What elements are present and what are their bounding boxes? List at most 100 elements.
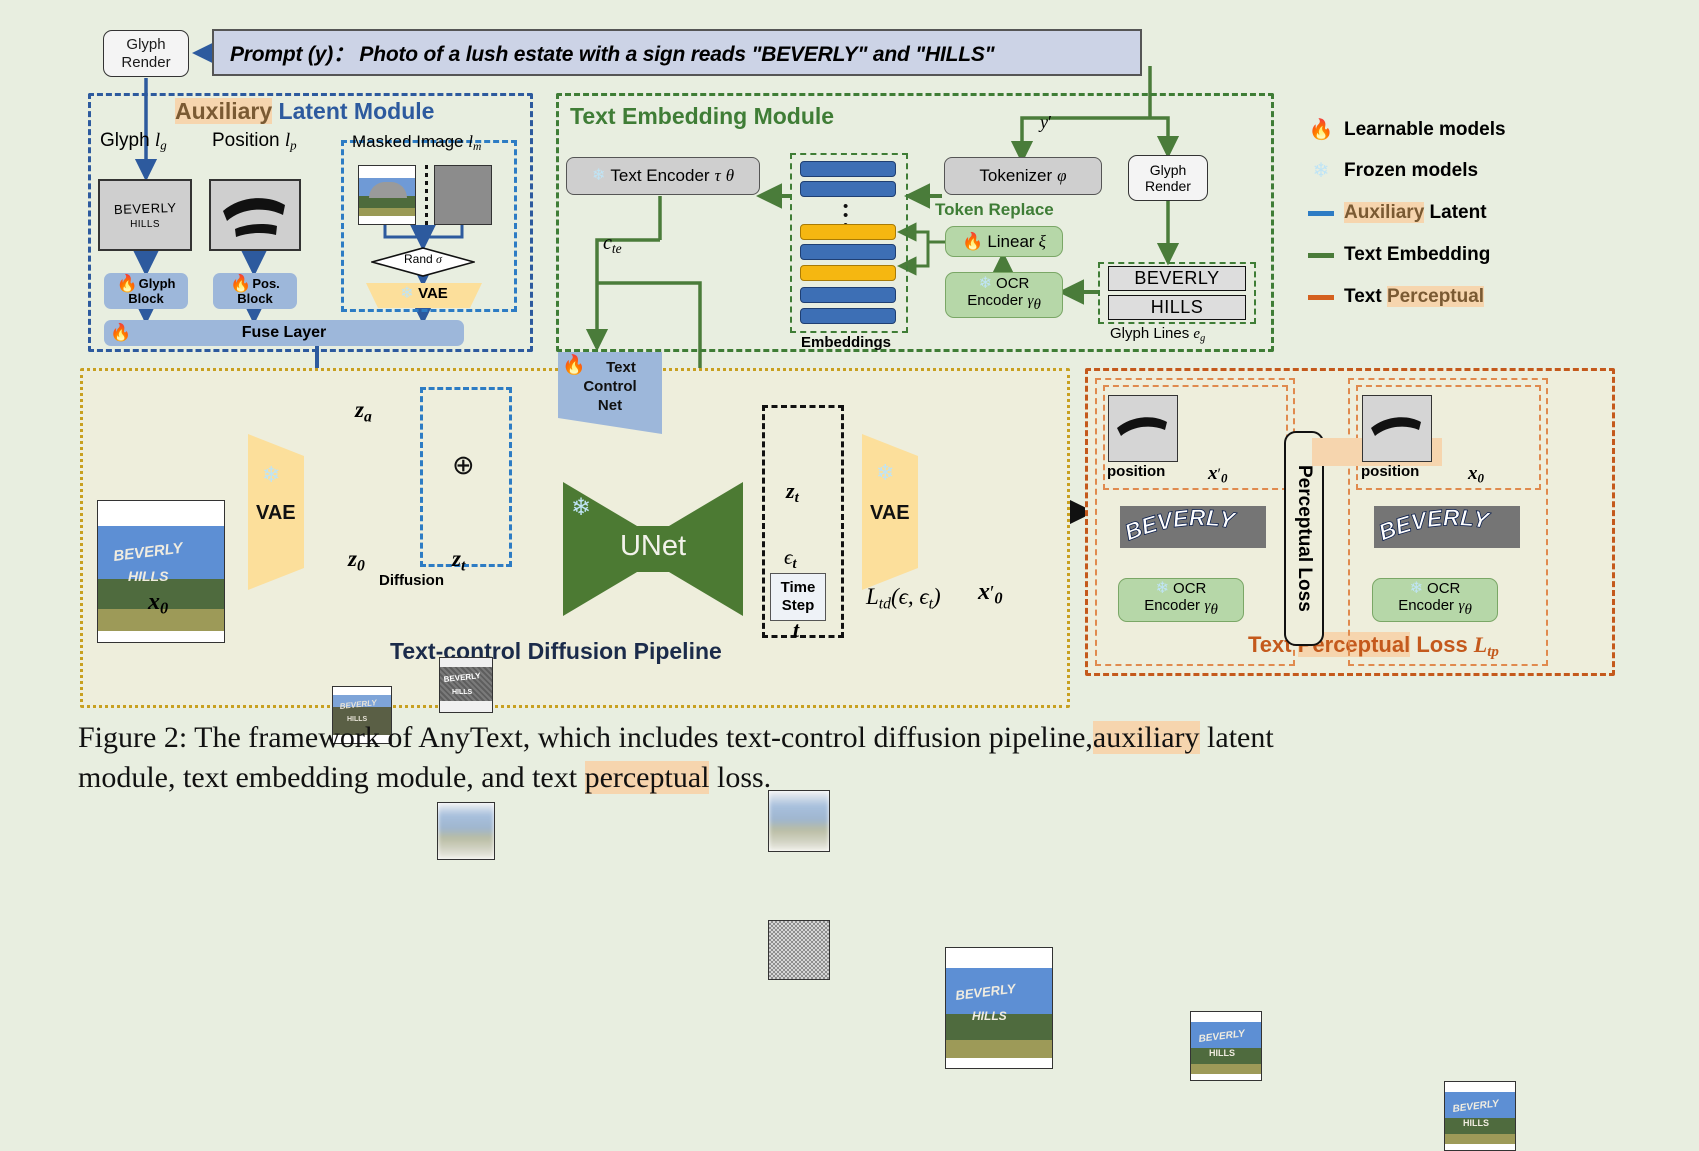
glyph-render-top-button[interactable]: Glyph Render — [103, 30, 189, 77]
y-prime-label: y′ — [1040, 112, 1052, 132]
x0-prime-photo: BEVERLY HILLS — [945, 947, 1053, 1069]
position-mask-shape — [1117, 417, 1167, 436]
flame-icon: 🔥 — [110, 323, 132, 342]
perceptual-left-crop-text: BEVERLY — [1121, 506, 1240, 546]
perceptual-right-crop: BEVERLY — [1374, 506, 1520, 548]
embedding-row-replaced — [800, 265, 896, 281]
linear-block[interactable]: 🔥 Linear ξ — [945, 226, 1063, 257]
glyph-lines-sub: g — [1200, 332, 1206, 344]
legend-label: Frozen models — [1344, 160, 1479, 181]
linear-symbol: ξ — [1038, 231, 1046, 251]
x0-prime-label: x′0 — [978, 579, 1003, 608]
position-label: Position lp — [212, 130, 297, 153]
zt-thumb — [437, 802, 495, 860]
perceptual-right-crop-text: BEVERLY — [1375, 506, 1494, 546]
glyph-block-l2: Block — [128, 291, 164, 307]
fuse-layer[interactable]: 🔥 Fuse Layer — [104, 320, 464, 346]
snowflake-icon: ❄ — [1155, 579, 1170, 597]
prompt-banner: Prompt (y)： Photo of a lush estate with … — [212, 29, 1142, 76]
embedding-row — [800, 244, 896, 260]
svg-text:BEVERLY: BEVERLY — [1375, 506, 1493, 545]
embedding-row — [800, 181, 896, 197]
glyph-line-2: HILLS — [1108, 295, 1246, 320]
x0-sign-text: BEVERLY HILLS — [112, 539, 185, 584]
text-encoder-block[interactable]: ❄ Text Encoder τθ — [566, 157, 760, 195]
flame-icon: 🔥 — [116, 274, 138, 294]
mask-gray-thumb — [434, 165, 492, 225]
line-icon — [1308, 294, 1334, 300]
embeddings-group — [790, 153, 908, 333]
ocr-encoder-block[interactable]: ❄ OCR Encoder γθ — [945, 272, 1063, 318]
tcn-line2: Control — [583, 378, 637, 396]
rand-label: Rand — [404, 252, 433, 266]
ocr-line2: Encoder — [1398, 597, 1455, 615]
zt2-thumb — [768, 790, 830, 852]
aux-vae-label: VAE — [418, 285, 448, 302]
tokenizer-label: Tokenizer — [979, 166, 1053, 185]
svg-text:HILLS: HILLS — [128, 568, 169, 583]
glyph-line-1: BEVERLY — [1108, 266, 1246, 291]
tokenizer-block[interactable]: Tokenizer φ — [944, 157, 1102, 195]
text-control-net-block[interactable]: 🔥 Text Control Net — [558, 352, 662, 434]
glyph-render-block[interactable]: Glyph Render — [1128, 155, 1208, 201]
position-card — [209, 179, 301, 251]
x0-photo: BEVERLY HILLS — [97, 500, 225, 643]
perceptual-left-ocr-block[interactable]: ❄ OCR Encoder γθ — [1118, 578, 1244, 622]
masked-photo-thumb — [358, 165, 416, 225]
caption-part2: latent — [1199, 721, 1274, 754]
svg-text:BEVERLY: BEVERLY — [443, 671, 481, 684]
perceptual-right-x0-thumb: BEVERLY HILLS — [1444, 1081, 1516, 1151]
pos-block-l1: Pos. — [252, 275, 280, 291]
legend-label: Latent — [1424, 202, 1487, 223]
glyph-card-line1: BEVERLY — [113, 199, 177, 217]
vae-encoder-block: ❄ VAE — [248, 434, 304, 590]
perceptual-left-image-label: x′0 — [1208, 463, 1228, 486]
ocr-line2: Encoder — [967, 292, 1024, 310]
glyph-block[interactable]: 🔥 Glyph Block — [104, 273, 188, 309]
glyph-render-line2: Render — [121, 53, 171, 71]
caption-highlight-auxiliary: auxiliary — [1092, 721, 1200, 754]
snowflake-icon: ❄ — [1312, 160, 1330, 182]
linear-label: Linear — [987, 231, 1035, 251]
embedding-row — [800, 287, 896, 303]
line-icon — [1308, 252, 1334, 258]
perceptual-left-x0prime-thumb: BEVERLY HILLS — [1190, 1011, 1262, 1081]
c-te-label: cte — [603, 232, 622, 256]
snowflake-icon: ❄ — [1409, 579, 1424, 597]
pos-block-l2: Block — [237, 291, 273, 307]
position-block[interactable]: 🔥 Pos. Block — [213, 273, 297, 309]
oplus-icon: ⊕ — [452, 450, 475, 480]
masked-sub: m — [472, 140, 482, 154]
figure-caption: Figure 2: The framework of AnyText, whic… — [78, 718, 1638, 797]
auxiliary-module-title: Auxiliary Latent Module — [175, 98, 434, 125]
perceptual-right-ocr-block[interactable]: ❄ OCR Encoder γθ — [1372, 578, 1498, 622]
zt-label: zt — [452, 546, 466, 575]
svg-text:HILLS: HILLS — [1463, 1118, 1489, 1128]
legend-item-text-embedding: Text Embedding — [1308, 234, 1608, 276]
legend-item-frozen: ❄ Frozen models — [1308, 150, 1608, 192]
position-mask-shape — [223, 198, 285, 237]
svg-text:HILLS: HILLS — [1209, 1048, 1235, 1058]
figure-canvas: Glyph Render Prompt (y)： Photo of a lush… — [0, 0, 1699, 1151]
glyph-render-line1: Glyph — [126, 36, 166, 54]
glyph-card: BEVERLY HILLS — [98, 179, 192, 251]
text-encoder-symbol: τ — [714, 166, 721, 185]
snowflake-icon: ❄ — [262, 462, 281, 487]
vae-right-label: VAE — [870, 502, 910, 524]
svg-text:HILLS: HILLS — [972, 1009, 1007, 1023]
za-thumb: BEVERLY HILLS — [439, 657, 493, 713]
fuse-layer-label: Fuse Layer — [241, 324, 327, 341]
caption-part4: loss. — [709, 760, 772, 794]
zt2-label: zt — [786, 478, 799, 507]
glyph-render-l1: Glyph — [1149, 161, 1187, 178]
token-replace-label: Token Replace — [935, 200, 1054, 219]
snowflake-icon: ❄ — [591, 167, 606, 184]
ocr-line1: OCR — [1427, 580, 1461, 598]
embedding-row — [800, 161, 896, 177]
embeddings-label: Embeddings — [801, 334, 892, 351]
unet-block: ❄ UNet — [563, 482, 743, 616]
aux-title-highlight: Auxiliary — [175, 98, 273, 124]
perceptual-right-image-label: x0 — [1468, 463, 1484, 486]
ocr-line1: OCR — [996, 275, 1030, 293]
time-step-l1: Time — [780, 579, 816, 596]
